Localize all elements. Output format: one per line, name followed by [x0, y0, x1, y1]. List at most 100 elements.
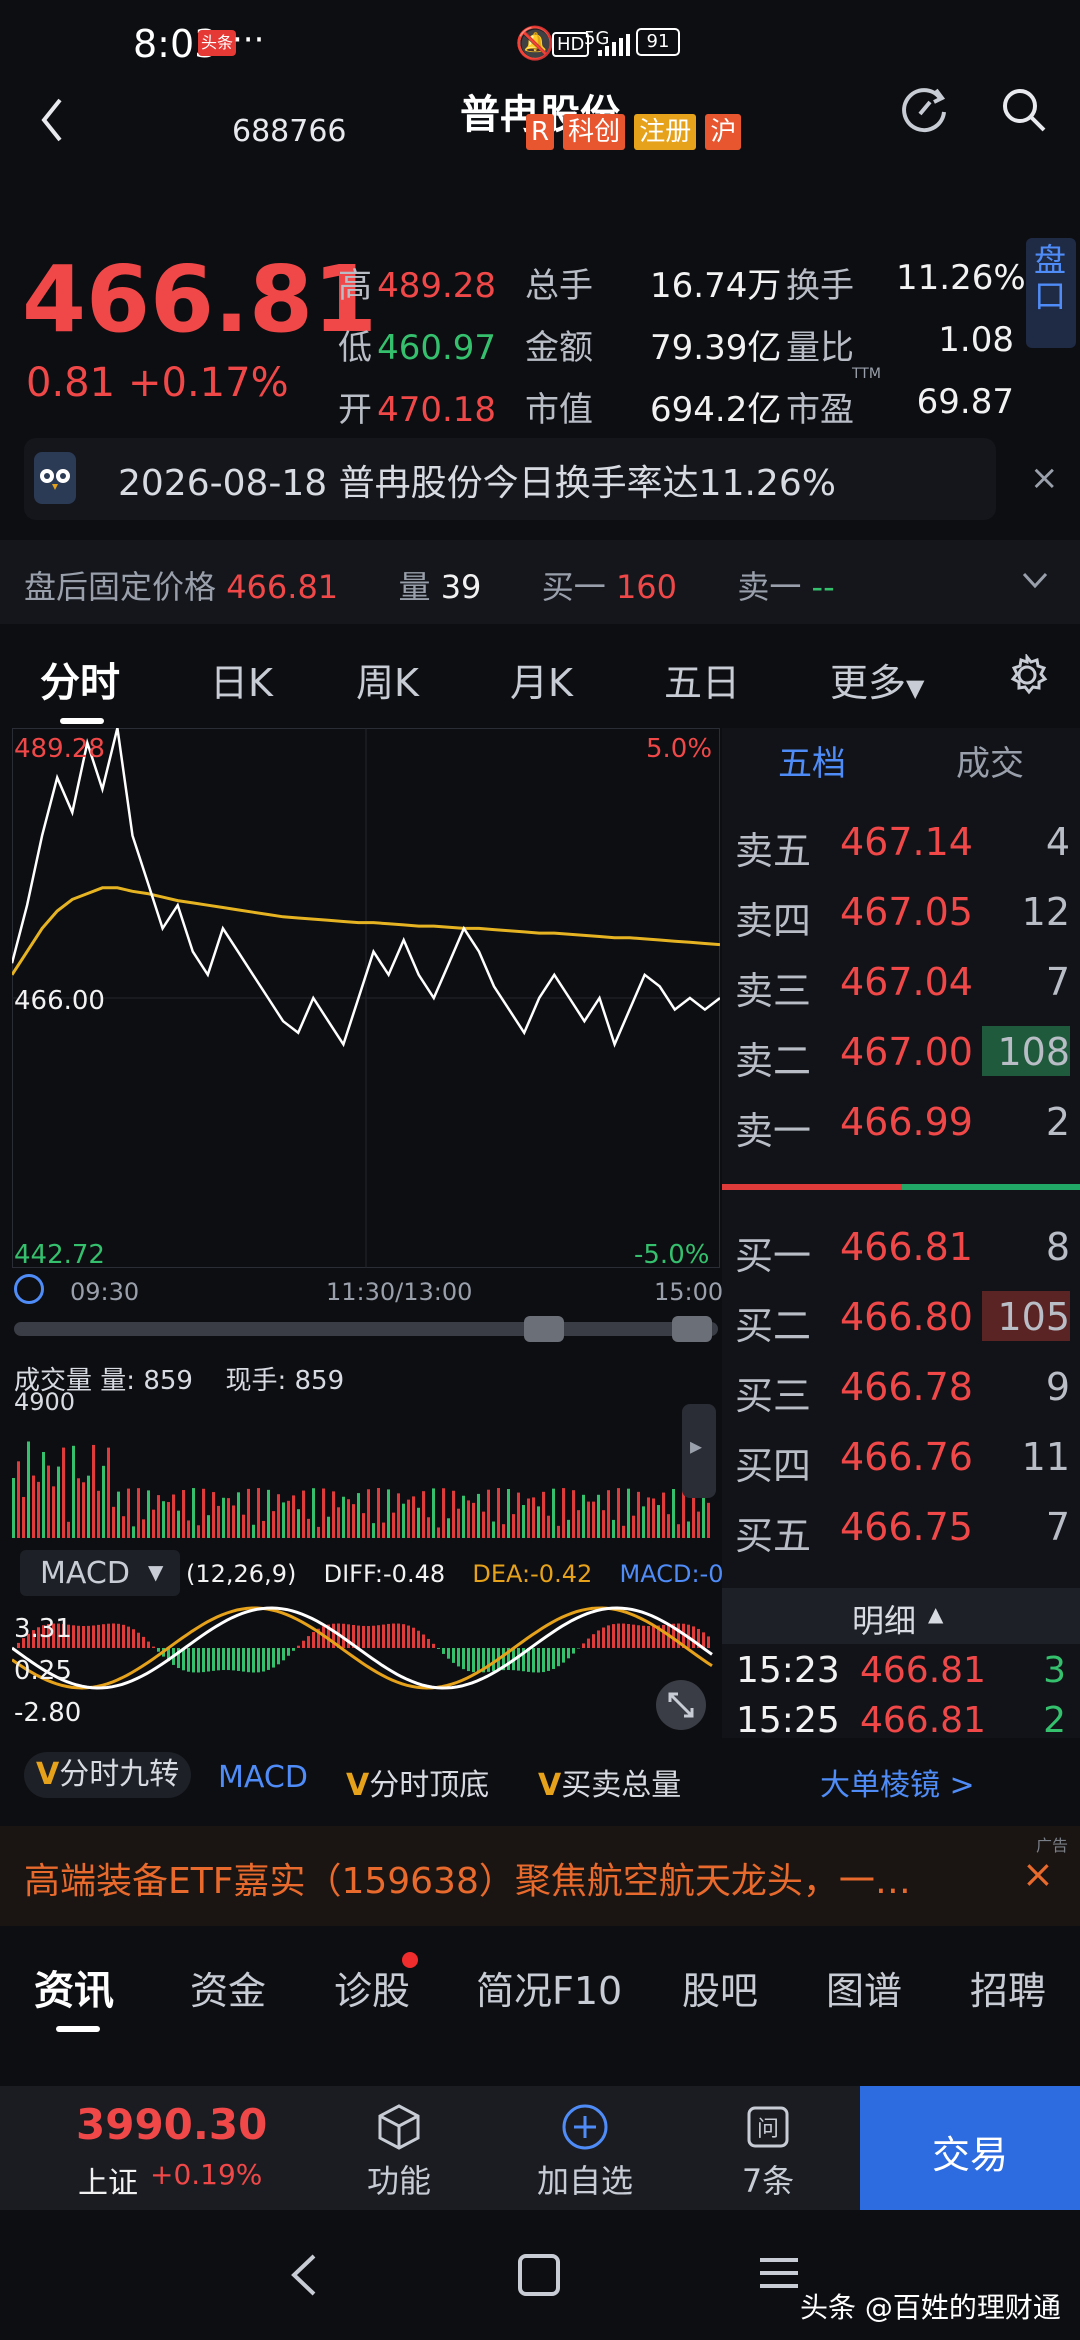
bid-row[interactable]: 买四 466.76 11 — [735, 1435, 1080, 1495]
pankou-button[interactable]: 盘口 — [1026, 238, 1076, 348]
macd-bar — [237, 1648, 240, 1671]
indicator-nine-turn[interactable]: V分时九转 — [24, 1752, 192, 1798]
index-ticker[interactable]: 3990.30 上证 +0.19% — [0, 2086, 306, 2210]
volume-bar — [22, 1496, 25, 1538]
volume-bar — [167, 1502, 170, 1538]
expand-chevron-icon[interactable] — [1020, 568, 1050, 592]
tab-recruit[interactable]: 招聘 — [970, 1960, 1046, 2015]
volume-bar — [702, 1493, 705, 1538]
bid-price: 466.78 — [840, 1365, 973, 1409]
volume-bar — [392, 1512, 395, 1538]
fullscreen-icon[interactable] — [656, 1680, 706, 1730]
collapse-panel-button[interactable]: ▸ — [682, 1404, 716, 1498]
volume-bar — [242, 1514, 245, 1538]
search-icon[interactable] — [1000, 86, 1050, 136]
stock-code: 688766 — [232, 114, 347, 149]
stat-amount-label: 金额 — [525, 328, 593, 368]
ask-row[interactable]: 卖五 467.14 4 — [735, 820, 1080, 880]
macd-selector[interactable]: MACD ▼ — [20, 1550, 180, 1596]
ask-row[interactable]: 卖一 466.99 2 — [735, 1100, 1080, 1160]
macd-chart[interactable] — [12, 1598, 720, 1738]
ask-row[interactable]: 卖四 467.05 12 — [735, 890, 1080, 950]
range-scrollbar[interactable] — [14, 1322, 718, 1336]
more-dropdown-icon: ▼ — [906, 674, 925, 702]
func-button[interactable]: 功能 — [306, 2102, 492, 2202]
tab-trades[interactable]: 成交 — [956, 736, 1024, 785]
intraday-price-chart[interactable] — [12, 728, 720, 1268]
macd-bar — [247, 1648, 250, 1673]
macd-bar — [467, 1648, 470, 1672]
stat-vol-label: 总手 — [525, 266, 593, 306]
ad-close-icon[interactable]: × — [1022, 1852, 1054, 1896]
add-watchlist-button[interactable]: 加自选 — [492, 2102, 678, 2202]
range-handle-left[interactable] — [524, 1316, 564, 1342]
detail-header[interactable]: 明细 ▲ — [722, 1588, 1080, 1644]
index-value: 3990.30 — [76, 2100, 268, 2149]
trade-button[interactable]: 交易 — [860, 2086, 1080, 2210]
bid-row[interactable]: 买五 466.75 7 — [735, 1505, 1080, 1565]
volume-bar — [262, 1520, 265, 1538]
volume-bar — [312, 1488, 315, 1538]
volume-bar — [472, 1502, 475, 1538]
tab-news[interactable]: 资讯 — [34, 1958, 114, 2016]
back-icon[interactable] — [32, 90, 72, 150]
tab-daily-k[interactable]: 日K — [210, 652, 273, 707]
range-handle-right[interactable] — [672, 1316, 712, 1342]
macd-bar — [407, 1625, 410, 1648]
volume-bar — [617, 1488, 620, 1538]
macd-bar — [387, 1623, 390, 1648]
notice-close-icon[interactable]: × — [1030, 458, 1059, 498]
tab-intraday[interactable]: 分时 — [40, 650, 120, 708]
tab-weekly-k[interactable]: 周K — [356, 652, 419, 707]
tab-five-day[interactable]: 五日 — [664, 652, 740, 707]
afterhours-bar[interactable]: 盘后固定价格 466.81 量 39 买一 160 卖一 -- — [0, 540, 1080, 624]
volume-bars[interactable] — [12, 1418, 720, 1538]
gear-icon[interactable] — [1006, 654, 1048, 696]
volume-bar — [382, 1522, 385, 1538]
macd-bar — [82, 1625, 85, 1648]
notice-bar[interactable]: 2026-08-18 普冉股份今日换手率达11.26% — [24, 438, 996, 520]
volume-bar — [257, 1488, 260, 1538]
volume-bar — [582, 1494, 585, 1538]
refresh-icon[interactable] — [900, 84, 950, 134]
volume-bar — [272, 1511, 275, 1538]
bid-row[interactable]: 买一 466.81 8 — [735, 1225, 1080, 1285]
tab-forum[interactable]: 股吧 — [682, 1960, 758, 2015]
price-change-pct: +0.17% — [128, 360, 289, 406]
volume-bar — [247, 1488, 250, 1538]
big-order-link[interactable]: 大单棱镜 > — [820, 1760, 975, 1804]
macd-bar — [532, 1648, 535, 1673]
volume-bar — [412, 1496, 415, 1538]
volume-bar — [307, 1518, 310, 1538]
tab-more[interactable]: 更多▼ — [830, 652, 924, 707]
index-name: 上证 — [78, 2166, 138, 2201]
ad-banner[interactable]: 高端装备ETF嘉实（159638）聚焦航空航天龙头，一… 广告 × — [0, 1826, 1080, 1926]
message-button[interactable]: 问 7条 — [678, 2102, 858, 2202]
sys-menu-icon[interactable] — [756, 2250, 802, 2296]
macd-bar — [102, 1624, 105, 1648]
macd-values: (12,26,9) DIFF:-0.48 DEA:-0.42 MACD:-0.1… — [186, 1560, 762, 1588]
bid-row[interactable]: 买二 466.80 105 — [735, 1295, 1080, 1355]
volume-bar — [597, 1494, 600, 1538]
macd-y-top: 3.31 — [14, 1614, 72, 1644]
macd-bar — [562, 1648, 565, 1663]
sys-home-icon[interactable] — [516, 2252, 562, 2298]
volume-bar — [652, 1498, 655, 1538]
tab-graph[interactable]: 图谱 — [826, 1960, 902, 2015]
pct-axis-low: -5.0% — [634, 1240, 710, 1270]
tab-f10[interactable]: 简况F10 — [476, 1960, 622, 2015]
ask-row[interactable]: 卖三 467.04 7 — [735, 960, 1080, 1020]
volume-bar — [132, 1526, 135, 1538]
tab-five-levels[interactable]: 五档 — [778, 736, 846, 785]
indicator-macd[interactable]: MACD — [218, 1760, 308, 1795]
tab-diagnose[interactable]: 诊股 — [334, 1960, 410, 2015]
tab-monthly-k[interactable]: 月K — [510, 652, 573, 707]
time-circle-icon[interactable] — [14, 1274, 44, 1304]
indicator-total-volume[interactable]: V买卖总量 — [538, 1760, 681, 1804]
bid-row[interactable]: 买三 466.78 9 — [735, 1365, 1080, 1425]
indicator-top-bottom[interactable]: V分时顶底 — [346, 1760, 489, 1804]
sys-back-icon[interactable] — [284, 2250, 324, 2300]
ask-row[interactable]: 卖二 467.00 108 — [735, 1030, 1080, 1090]
tab-funds[interactable]: 资金 — [190, 1960, 266, 2015]
bottom-nav: 3990.30 上证 +0.19% 功能 加自选 问 7条 交易 — [0, 2086, 1080, 2210]
